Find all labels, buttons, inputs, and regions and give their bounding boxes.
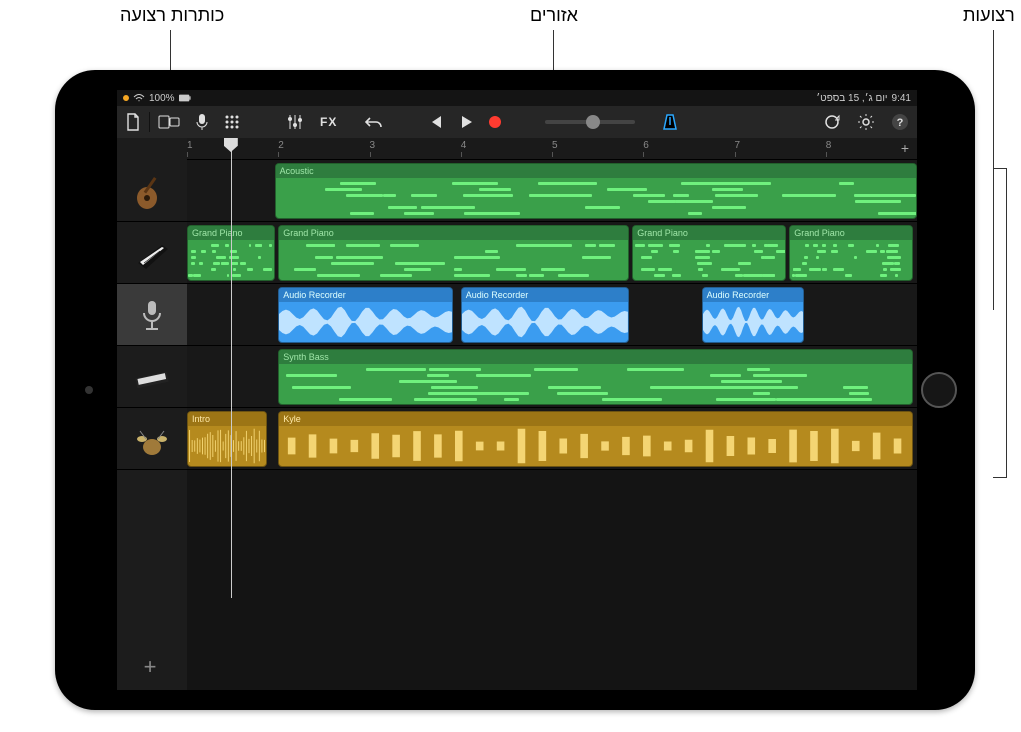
- battery-icon: [179, 93, 191, 103]
- go-to-beginning-button[interactable]: [421, 106, 451, 138]
- region-label: Audio Recorder: [703, 288, 803, 302]
- ruler-tick: 2: [278, 138, 284, 151]
- guitar-icon: [132, 171, 172, 211]
- loop-button[interactable]: [815, 106, 849, 138]
- ruler-area[interactable]: + 1 2 3 4 5 6 7 8: [187, 138, 917, 160]
- region[interactable]: Intro: [187, 411, 267, 467]
- browser-button[interactable]: [150, 106, 188, 138]
- ruler-tick: 3: [370, 138, 376, 151]
- microphone-icon: [132, 295, 172, 335]
- ruler-tick: 6: [643, 138, 649, 151]
- region-label: Grand Piano: [790, 226, 912, 240]
- track-header-piano[interactable]: [117, 222, 187, 284]
- region-label: Grand Piano: [633, 226, 784, 240]
- track-header-drums[interactable]: [117, 408, 187, 470]
- track-headers-column: +: [117, 160, 187, 690]
- recording-indicator-dot: [123, 95, 129, 101]
- svg-text:?: ?: [897, 117, 904, 129]
- grid-button[interactable]: [216, 106, 248, 138]
- region[interactable]: Synth Bass: [278, 349, 913, 405]
- timeline[interactable]: Acoustic Grand Piano Grand Piano Grand Pian…: [187, 160, 917, 690]
- record-button[interactable]: [481, 106, 509, 138]
- ruler-header: [117, 138, 187, 160]
- track-row[interactable]: Grand PianoGrand PianoGrand PianoGrand P…: [187, 222, 917, 284]
- ipad-frame: 9:41 יום ג׳, 15 בספט׳ 100%: [55, 70, 975, 710]
- region-label: Synth Bass: [279, 350, 912, 364]
- help-button[interactable]: ?: [883, 106, 917, 138]
- ruler-tick: 7: [735, 138, 741, 151]
- callout-regions: אזורים: [530, 5, 578, 26]
- callout-track-headers: כותרות רצועה: [120, 5, 224, 26]
- drums-icon: [132, 419, 172, 459]
- ruler-tick: 1: [187, 138, 193, 151]
- camera-dot: [85, 386, 93, 394]
- add-section-button[interactable]: +: [897, 140, 913, 156]
- region[interactable]: Audio Recorder: [461, 287, 629, 343]
- microphone-button[interactable]: [188, 106, 216, 138]
- playhead[interactable]: [231, 138, 232, 598]
- ruler-tick: 8: [826, 138, 832, 151]
- region[interactable]: Audio Recorder: [702, 287, 804, 343]
- region[interactable]: Grand Piano: [632, 225, 785, 281]
- region-label: Audio Recorder: [279, 288, 452, 302]
- region-label: Grand Piano: [279, 226, 627, 240]
- status-time: 9:41: [892, 93, 911, 104]
- settings-button[interactable]: [849, 106, 883, 138]
- region-label: Kyle: [279, 412, 912, 426]
- region[interactable]: Grand Piano: [278, 225, 628, 281]
- ruler-tick: 4: [461, 138, 467, 151]
- callout-tracks: רצועות: [963, 5, 1015, 26]
- home-button[interactable]: [921, 372, 957, 408]
- master-volume-slider[interactable]: [539, 106, 641, 138]
- ruler-tick: 5: [552, 138, 558, 151]
- track-row[interactable]: Intro Kyle: [187, 408, 917, 470]
- region-label: Audio Recorder: [462, 288, 628, 302]
- track-header-microphone[interactable]: [117, 284, 187, 346]
- region-label: Intro: [188, 412, 266, 426]
- fx-button[interactable]: FX: [312, 106, 345, 138]
- region[interactable]: Kyle: [278, 411, 913, 467]
- undo-button[interactable]: [357, 106, 391, 138]
- wifi-icon: [133, 93, 145, 103]
- region[interactable]: Acoustic: [275, 163, 917, 219]
- metronome-button[interactable]: [653, 106, 687, 138]
- region[interactable]: Grand Piano: [789, 225, 913, 281]
- status-date: יום ג׳, 15 בספט׳: [816, 93, 887, 104]
- add-track-button[interactable]: +: [135, 652, 165, 682]
- battery-pct: 100%: [149, 93, 175, 104]
- piano-icon: [132, 233, 172, 273]
- track-row[interactable]: Synth Bass: [187, 346, 917, 408]
- my-songs-button[interactable]: [117, 106, 149, 138]
- track-row[interactable]: Acoustic: [187, 160, 917, 222]
- track-header-keyboard[interactable]: [117, 346, 187, 408]
- toolbar: FX: [117, 106, 917, 138]
- track-header-guitar[interactable]: [117, 160, 187, 222]
- track-controls-button[interactable]: [278, 106, 312, 138]
- screen: 9:41 יום ג׳, 15 בספט׳ 100%: [117, 90, 917, 690]
- keyboard-icon: [132, 357, 172, 397]
- play-button[interactable]: [451, 106, 481, 138]
- track-row[interactable]: Audio Recorder Audio Recorder Audio Record…: [187, 284, 917, 346]
- region[interactable]: Audio Recorder: [278, 287, 453, 343]
- status-bar: 9:41 יום ג׳, 15 בספט׳ 100%: [117, 90, 917, 106]
- ruler[interactable]: + 1 2 3 4 5 6 7 8: [117, 138, 917, 160]
- region-label: Acoustic: [276, 164, 916, 178]
